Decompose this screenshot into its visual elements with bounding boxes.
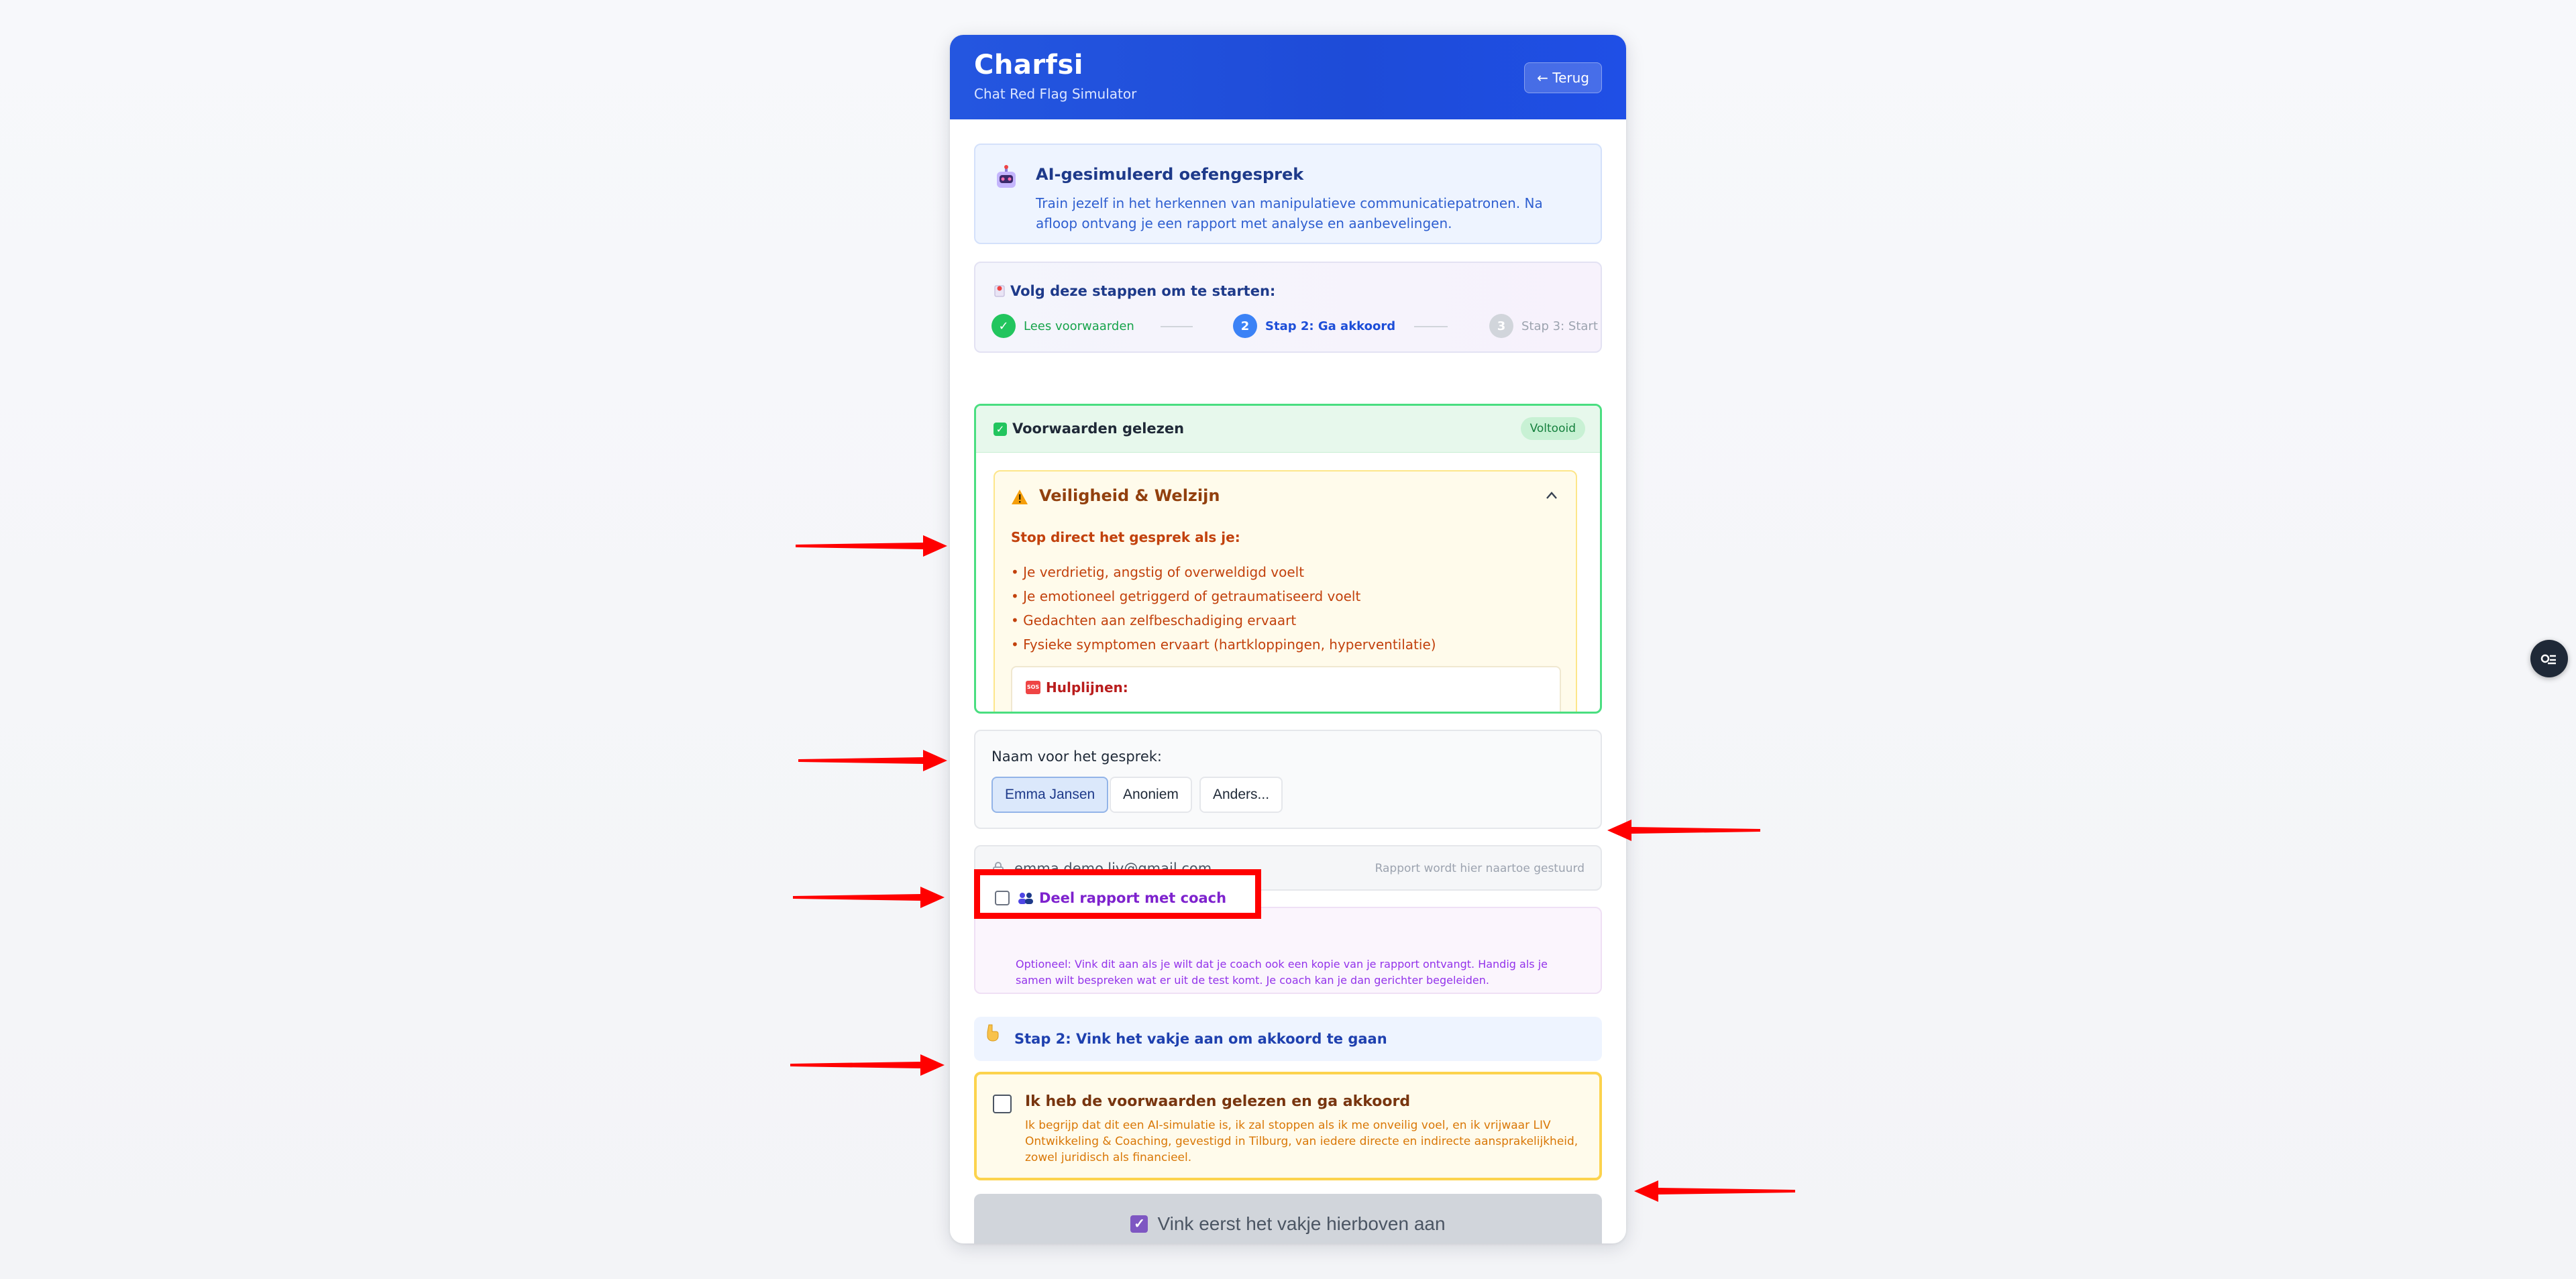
intro-panel: AI-gesimuleerd oefengesprek Train jezelf… xyxy=(974,144,1602,244)
list-item: • Je emotioneel getriggerd of getraumati… xyxy=(1011,588,1361,604)
name-option-anders[interactable]: Anders... xyxy=(1199,777,1283,813)
stop-title: Stop direct het gesprek als je: xyxy=(1011,529,1240,545)
step-3-number: 3 xyxy=(1489,314,1513,338)
list-item: • Gedachten aan zelfbeschadiging ervaart xyxy=(1011,612,1297,628)
helplines-box: SOS Hulplijnen: xyxy=(1011,666,1561,712)
helplines-title: Hulplijnen: xyxy=(1046,679,1128,696)
start-button-label: Vink eerst het vakje hierboven aan xyxy=(1157,1213,1446,1234)
intro-text: Train jezelf in het herkennen van manipu… xyxy=(1036,195,1543,231)
people-icon xyxy=(1018,893,1033,904)
annotation-arrow-right xyxy=(793,887,945,908)
toggle-settings-icon xyxy=(2540,654,2556,665)
conditions-title: Voorwaarden gelezen xyxy=(1012,421,1185,437)
email-hint: Rapport wordt hier naartoe gestuurd xyxy=(1375,862,1585,875)
annotation-arrow-right xyxy=(790,1054,945,1076)
app-subtitle: Chat Red Flag Simulator xyxy=(974,86,1137,102)
step2-hint: Stap 2: Vink het vakje aan om akkoord te… xyxy=(974,1017,1602,1061)
pointing-hand-icon xyxy=(987,1024,999,1042)
app-title: Charfsi xyxy=(974,50,1083,80)
name-option-anoniem[interactable]: Anoniem xyxy=(1110,777,1192,813)
annotation-arrow-right xyxy=(798,750,947,771)
list-item: • Je verdrietig, angstig of overweldigd … xyxy=(1011,564,1305,580)
start-conversation-card: Charfsi Chat Red Flag Simulator ← Terug … xyxy=(950,35,1626,1243)
checkbox-checked-icon: ✓ xyxy=(994,423,1007,436)
agreement-panel[interactable]: Ik heb de voorwaarden gelezen en ga akko… xyxy=(974,1072,1602,1180)
safety-section[interactable]: Veiligheid & Welzijn Stop direct het ges… xyxy=(994,470,1577,712)
step-2: 2 Stap 2: Ga akkoord xyxy=(1233,314,1395,338)
conditions-panel[interactable]: ✓ Voorwaarden gelezen Voltooid Veilighei… xyxy=(974,404,1602,714)
safety-title: Veiligheid & Welzijn xyxy=(1039,486,1220,505)
app-header: Charfsi Chat Red Flag Simulator ← Terug xyxy=(950,35,1626,119)
chevron-up-icon[interactable] xyxy=(1545,489,1558,502)
annotation-arrow-right xyxy=(796,535,947,557)
warning-icon xyxy=(1012,490,1028,504)
step-1-label: Lees voorwaarden xyxy=(1024,319,1134,333)
pushpin-icon xyxy=(994,285,1005,297)
checkbox-checked-icon: ✓ xyxy=(1130,1215,1148,1233)
conditions-header: ✓ Voorwaarden gelezen Voltooid xyxy=(976,406,1600,453)
robot-icon xyxy=(997,165,1016,188)
stop-list: • Je verdrietig, angstig of overweldigd … xyxy=(1011,560,1436,657)
coach-label-text: Deel rapport met coach xyxy=(1039,890,1227,906)
step-2-label: Stap 2: Ga akkoord xyxy=(1265,319,1396,333)
step-3: 3 Stap 3: Start xyxy=(1489,314,1598,338)
annotation-arrow-left xyxy=(1607,820,1760,841)
name-selector: Naam voor het gesprek: Emma Jansen Anoni… xyxy=(974,730,1602,829)
name-option-emma[interactable]: Emma Jansen xyxy=(991,777,1109,813)
coach-checkbox[interactable] xyxy=(995,891,1010,905)
step-1: ✓ Lees voorwaarden xyxy=(991,314,1134,338)
steps-panel: Volg deze stappen om te starten: ✓ Lees … xyxy=(974,262,1602,353)
step-connector xyxy=(1414,326,1448,327)
annotation-arrow-left xyxy=(1634,1180,1795,1202)
coach-checkbox-highlight[interactable]: Deel rapport met coach xyxy=(974,869,1261,919)
name-label: Naam voor het gesprek: xyxy=(991,748,1162,765)
agree-title[interactable]: Ik heb de voorwaarden gelezen en ga akko… xyxy=(1025,1093,1410,1110)
steps-title: Volg deze stappen om te starten: xyxy=(993,283,1275,299)
intro-title: AI-gesimuleerd oefengesprek xyxy=(1036,165,1304,184)
steps-title-text: Volg deze stappen om te starten: xyxy=(1010,283,1276,299)
agree-text: Ik begrijp dat dit een AI-simulatie is, … xyxy=(1025,1119,1578,1164)
step-3-label: Stap 3: Start xyxy=(1521,319,1598,333)
list-item: • Fysieke symptomen ervaart (hartkloppin… xyxy=(1011,636,1436,653)
step-1-check-icon: ✓ xyxy=(991,314,1016,338)
back-button[interactable]: ← Terug xyxy=(1524,62,1602,93)
coach-label[interactable]: Deel rapport met coach xyxy=(1018,890,1226,906)
coach-description: Optioneel: Vink dit aan als je wilt dat … xyxy=(1016,958,1548,987)
step2-hint-text: Stap 2: Vink het vakje aan om akkoord te… xyxy=(1014,1031,1387,1047)
status-badge: Voltooid xyxy=(1520,417,1585,440)
start-button[interactable]: ✓ Vink eerst het vakje hierboven aan xyxy=(974,1194,1602,1243)
step-connector xyxy=(1161,326,1193,327)
floating-settings-button[interactable] xyxy=(2530,640,2568,677)
step-2-number: 2 xyxy=(1233,314,1257,338)
coach-share-panel: Optioneel: Vink dit aan als je wilt dat … xyxy=(974,907,1602,994)
sos-icon: SOS xyxy=(1026,681,1040,694)
agree-checkbox[interactable] xyxy=(993,1095,1012,1113)
